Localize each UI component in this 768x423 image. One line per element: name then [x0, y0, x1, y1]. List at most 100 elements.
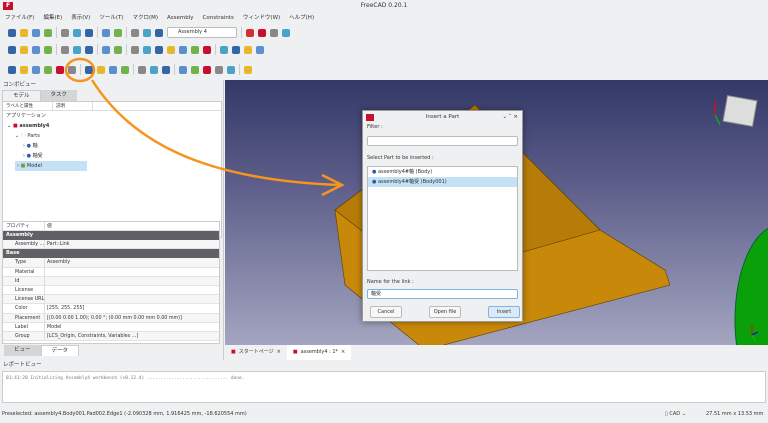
datum-icon[interactable]	[109, 65, 117, 74]
paste-icon[interactable]	[85, 28, 93, 37]
variables-icon[interactable]	[179, 65, 187, 74]
prop-row[interactable]: Color [255, 255, 255]	[3, 304, 219, 314]
open-file-button[interactable]: Open file	[429, 306, 461, 318]
shape-binder-icon[interactable]	[121, 65, 129, 74]
refresh-icon[interactable]	[143, 28, 151, 37]
menu-window[interactable]: ウィンドウ(W)	[243, 12, 280, 24]
prop-row[interactable]: Group [LCS_Origin, Constraints, Variables…	[3, 331, 219, 342]
tab-model[interactable]: モデル	[2, 90, 41, 101]
draw-style-icon[interactable]	[32, 45, 40, 54]
part-list[interactable]: ● assembly4#軸 (Body) ● assembly4#軸受 (Bod…	[367, 166, 518, 271]
fit-selection-icon[interactable]	[20, 45, 28, 54]
view-front-icon[interactable]	[131, 45, 139, 54]
filter-input[interactable]	[367, 136, 518, 146]
redo-icon[interactable]	[114, 28, 122, 37]
tab-tasks[interactable]: タスク	[40, 90, 78, 101]
part-list-item[interactable]: ● assembly4#軸 (Body)	[368, 167, 517, 177]
lcs-icon[interactable]	[97, 65, 105, 74]
explode-icon[interactable]	[215, 65, 223, 74]
new-group-icon[interactable]	[44, 65, 52, 74]
forward-icon[interactable]	[73, 45, 81, 54]
dialog-window-controls[interactable]: ⌄ ˄ ×	[503, 111, 518, 124]
nav-style-select[interactable]: ▯ CAD ⌄	[665, 405, 686, 423]
navigation-cube[interactable]	[714, 95, 758, 127]
menu-file[interactable]: ファイル(F)	[5, 12, 34, 24]
menu-assembly[interactable]: Assembly	[167, 12, 194, 24]
menu-constraints[interactable]: Constraints	[203, 12, 234, 24]
stop-macro-icon[interactable]	[258, 28, 266, 37]
link-name-input[interactable]: 軸受	[367, 289, 518, 299]
tree-item-assembly4[interactable]: ⌄ ■ assembly4	[3, 121, 221, 131]
datum-axis-icon[interactable]	[150, 65, 158, 74]
prop-row[interactable]: License	[3, 285, 219, 296]
animate-icon[interactable]	[227, 65, 235, 74]
run-macro-icon[interactable]	[282, 28, 290, 37]
part-list-item-selected[interactable]: ● assembly4#軸受 (Body001)	[368, 177, 517, 187]
menu-edit[interactable]: 編集(E)	[43, 12, 62, 24]
document-select[interactable]: Assembly 4	[167, 27, 237, 38]
bounding-box-icon[interactable]	[44, 45, 52, 54]
bom-icon[interactable]	[191, 65, 199, 74]
tab-data[interactable]: データ	[40, 345, 80, 356]
measure-tool-icon[interactable]	[203, 65, 211, 74]
menu-view[interactable]: 表示(V)	[71, 12, 90, 24]
std-views-icon[interactable]	[85, 45, 93, 54]
link-icon[interactable]	[244, 45, 252, 54]
link-make-icon[interactable]	[256, 45, 264, 54]
tree-item-model[interactable]: › ■ Model	[3, 161, 221, 171]
datum-point-icon[interactable]	[138, 65, 146, 74]
print-icon[interactable]	[44, 28, 52, 37]
release-icon[interactable]	[244, 65, 252, 74]
new-part-icon[interactable]	[32, 65, 40, 74]
view-right-icon[interactable]	[155, 45, 163, 54]
view-rear-icon[interactable]	[167, 45, 175, 54]
record-macro-icon[interactable]	[246, 28, 254, 37]
new-model-icon[interactable]	[8, 65, 16, 74]
tree-col-label[interactable]: ラベルと属性	[3, 102, 53, 110]
zoom-icon[interactable]	[102, 45, 110, 54]
menu-help[interactable]: ヘルプ(H)	[289, 12, 314, 24]
macro-edit-icon[interactable]	[270, 28, 278, 37]
group-icon[interactable]	[232, 45, 240, 54]
whats-this-icon[interactable]	[155, 28, 163, 37]
prop-row[interactable]: Placement [(0.00 0.00 1.00); 0.00 °; (0.0…	[3, 313, 219, 323]
prop-row[interactable]: Label Model	[3, 322, 219, 332]
cut-icon[interactable]	[61, 28, 69, 37]
tree-col-desc[interactable]: 説明	[53, 102, 93, 110]
tree-item-bearing[interactable]: › ● 軸受	[3, 151, 221, 161]
place-part-icon[interactable]	[85, 65, 93, 74]
prop-row[interactable]: Type Assembly	[3, 258, 219, 268]
copy-icon[interactable]	[73, 28, 81, 37]
insert-part-icon[interactable]	[68, 65, 76, 74]
toolbar-separator	[215, 44, 216, 55]
new-body-icon[interactable]	[20, 65, 28, 74]
tree-item-shaft[interactable]: › ● 軸	[3, 141, 221, 151]
measure-icon[interactable]	[114, 45, 122, 54]
tree-item-parts[interactable]: ⌄ 🗀 Parts	[3, 131, 221, 141]
tab-assembly4[interactable]: ■ assembly4 : 1* ×	[286, 345, 352, 360]
back-icon[interactable]	[61, 45, 69, 54]
undo-icon[interactable]	[102, 28, 110, 37]
prop-row[interactable]: Id	[3, 276, 219, 286]
datum-plane-icon[interactable]	[162, 65, 170, 74]
open-icon[interactable]	[20, 28, 28, 37]
tab-view[interactable]: ビュー	[4, 345, 41, 356]
fit-all-icon[interactable]	[8, 45, 16, 54]
cancel-button[interactable]: Cancel	[370, 306, 402, 318]
menu-tools[interactable]: ツール(T)	[99, 12, 123, 24]
insert-button[interactable]: Insert	[488, 306, 520, 318]
prop-row[interactable]: License URL	[3, 295, 219, 305]
save-icon[interactable]	[32, 28, 40, 37]
workbench-icon[interactable]	[131, 28, 139, 37]
tab-start-page[interactable]: ■ スタートページ ×	[225, 345, 287, 360]
measure-distance-icon[interactable]	[203, 45, 211, 54]
part-icon[interactable]	[220, 45, 228, 54]
new-icon[interactable]	[8, 28, 16, 37]
menu-macro[interactable]: マクロ(M)	[132, 12, 158, 24]
prop-row[interactable]: Assembly ... Part::Link	[3, 240, 219, 250]
view-left-icon[interactable]	[191, 45, 199, 54]
view-bottom-icon[interactable]	[179, 45, 187, 54]
prop-row[interactable]: Material	[3, 267, 219, 277]
new-sketch-icon[interactable]	[56, 65, 64, 74]
view-top-icon[interactable]	[143, 45, 151, 54]
